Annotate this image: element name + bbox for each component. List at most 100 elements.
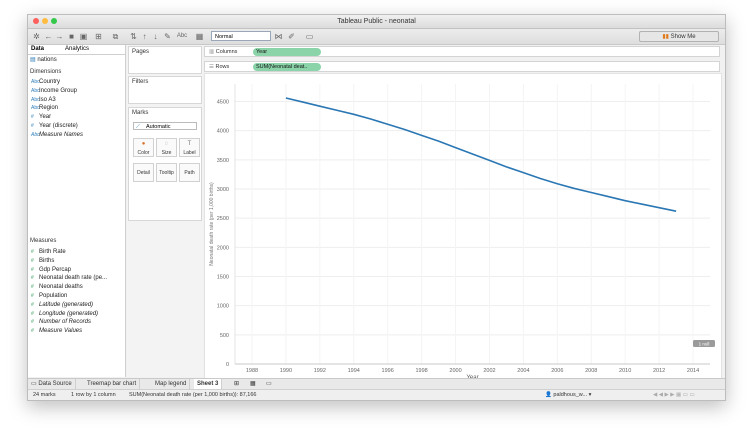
rows-shelf[interactable]: ☰ Rows SUM(Neonatal deat.. [204,61,720,72]
dimension-field[interactable]: # Year (discrete) [31,122,78,130]
pages-title: Pages [132,49,150,55]
show-me-button[interactable]: ▮▮ Show Me [639,31,719,42]
tab-data[interactable]: Data [28,45,48,54]
data-source-item[interactable]: ▤ nations [30,56,57,63]
new-worksheet-icon[interactable]: ⊞ [94,32,103,41]
marks-card: Marks ⟋ Automatic ● Color ◌ Size T Label… [128,107,202,221]
color-button[interactable]: ● Color [133,138,154,157]
mark-type-label: Automatic [146,124,171,130]
y-tick-label: 3000 [217,187,229,193]
user-icon: 👤 [545,392,552,398]
new-worksheet-tab-icon[interactable]: ⊞ [231,379,242,389]
x-tick-label: 2002 [483,368,495,374]
sheet-navigation-icons[interactable]: ◀ ◀ ▶ ▶ ▦ ▭ ▭ [653,390,695,400]
measure-field[interactable]: # Population [31,292,67,300]
save-icon[interactable]: ■ [67,32,76,41]
measure-field-label: Longitude (generated) [39,310,99,317]
measure-type-icon: # [31,328,34,335]
dimension-field[interactable]: AbcIso A3 [31,96,56,104]
label-button[interactable]: T Label [179,138,200,157]
x-tick-label: 2014 [687,368,699,374]
dimension-field[interactable]: AbcIncome Group [31,87,77,95]
filters-title: Filters [132,79,149,85]
measure-field[interactable]: # Neonatal death rate (pe... [31,274,107,282]
dimension-field[interactable]: AbcRegion [31,104,58,112]
sort-descending-icon[interactable]: ↓ [151,32,160,41]
measure-field[interactable]: # Neonatal deaths [31,283,83,291]
dimension-field-label: Year [39,114,52,121]
dimension-field[interactable]: # Year [31,113,51,121]
measure-field[interactable]: # Number of Records [31,318,91,326]
null-badge-label: 1 null [699,342,710,347]
columns-pill[interactable]: Year [253,48,321,56]
dimension-type-icon: Abc [31,96,40,103]
undo-icon[interactable]: ← [44,32,53,41]
new-data-source-icon[interactable]: ▣ [79,32,88,41]
status-bar: 24 marks 1 row by 1 column SUM(Neonatal … [28,389,725,400]
measure-field[interactable]: # Births [31,257,54,265]
data-pane: Data Analytics ▤ nations Dimensions AbcC… [28,45,126,377]
y-tick-label: 2000 [217,245,229,251]
duplicate-sheet-icon[interactable]: ⧉ [111,32,120,41]
columns-label-text: Columns [215,49,238,55]
measure-type-icon: # [31,319,34,326]
rows-pill[interactable]: SUM(Neonatal deat.. [253,63,321,71]
user-menu[interactable]: 👤 paldhous_w... ▾ [545,390,591,400]
dimensions-title: Dimensions [30,69,62,75]
x-tick-label: 1996 [382,368,394,374]
size-button[interactable]: ◌ Size [156,138,177,157]
tab-sheet-3[interactable]: Sheet 3 [194,379,223,389]
filters-card[interactable]: Filters [128,76,202,104]
tab-data-source[interactable]: ▭ Data Source [28,379,76,389]
x-tick-label: 1988 [246,368,258,374]
measure-field[interactable]: # Longitude (generated) [31,310,98,318]
tableau-logo-icon[interactable]: ✲ [32,32,41,41]
close-window-button[interactable] [33,18,39,24]
measure-type-icon: # [31,310,34,317]
measure-field[interactable]: # Gdp Percap [31,266,71,274]
window-title: Tableau Public - neonatal [337,18,416,25]
detail-button[interactable]: Detail [133,163,154,182]
x-tick-label: 2008 [585,368,597,374]
y-tick-label: 500 [220,333,229,339]
path-button[interactable]: Path [179,163,200,182]
columns-shelf[interactable]: ▥ Columns Year [204,46,720,57]
pages-card[interactable]: Pages [128,46,202,74]
tab-map-legend[interactable]: Map legend [152,379,191,389]
measure-field[interactable]: # Measure Values [31,327,82,335]
group-icon[interactable]: ▦ [195,32,204,41]
mark-type-select[interactable]: ⟋ Automatic [133,122,197,130]
measure-field[interactable]: # Birth Rate [31,248,66,256]
redo-icon[interactable]: → [55,32,64,41]
x-tick-label: 1994 [348,368,360,374]
x-tick-label: 1992 [314,368,326,374]
new-dashboard-tab-icon[interactable]: ▦ [247,379,259,389]
minimize-window-button[interactable] [42,18,48,24]
line-chart[interactable]: 0 500 1000 1500 2000 2500 3000 3500 4000 4500 1988… [205,74,721,381]
swap-icon[interactable]: ⇅ [129,32,138,41]
zoom-window-button[interactable] [51,18,57,24]
highlight-icon[interactable]: ✎ [163,32,172,41]
measure-field-label: Neonatal death rate (pe... [39,275,108,282]
label-icon: T [187,141,192,147]
new-story-tab-icon[interactable]: ▭ [263,379,275,389]
cards-column: Pages Filters Marks ⟋ Automatic ● Color … [127,45,203,377]
visualization-area[interactable]: 0 500 1000 1500 2000 2500 3000 3500 4000 4500 1988… [204,73,722,381]
tab-analytics[interactable]: Analytics [62,45,92,54]
y-axis-title: Neonatal death rate (per 1,000 births) [209,182,215,266]
measure-field[interactable]: # Latitude (generated) [31,301,93,309]
sort-ascending-icon[interactable]: ↑ [140,32,149,41]
presentation-icon[interactable]: ▭ [305,32,314,41]
pen-icon[interactable]: ✐ [287,32,296,41]
dimension-field[interactable]: AbcCountry [31,78,60,86]
labels-icon[interactable]: Abc [175,32,189,41]
measure-type-icon: # [31,257,34,264]
tab-treemap-bar-chart[interactable]: Treemap bar chart [84,379,141,389]
rows-shelf-label: ☰ Rows [209,62,229,72]
data-source-name: nations [37,57,57,63]
fit-select[interactable]: Normal [211,31,271,41]
dimension-field[interactable]: AbcMeasure Names [31,131,83,139]
x-tick-label: 2010 [619,368,631,374]
tooltip-button[interactable]: Tooltip [156,163,177,182]
fit-axes-icon[interactable]: ⋈ [274,32,283,41]
